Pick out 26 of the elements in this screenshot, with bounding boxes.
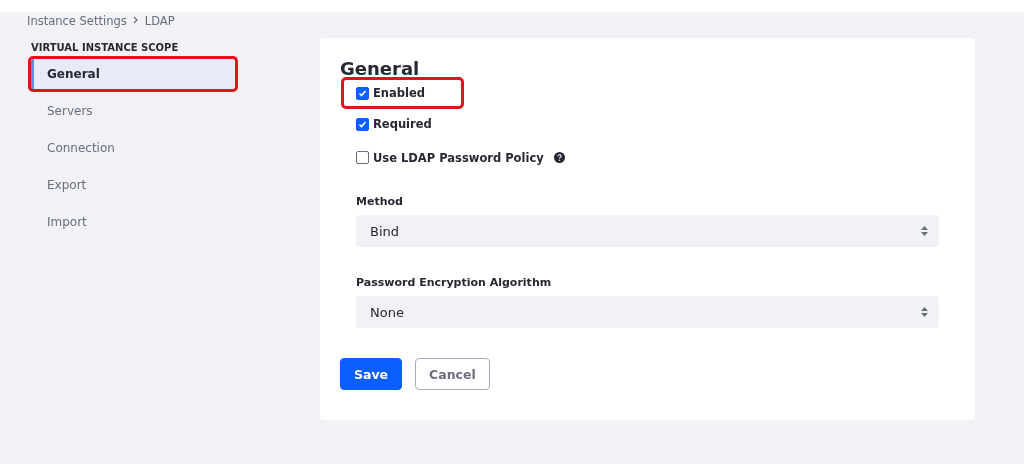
chevron-icon	[132, 16, 139, 26]
checkbox-label: Required	[373, 117, 432, 131]
breadcrumb-link[interactable]: LDAP	[144, 14, 175, 28]
checkbox-label: Use LDAP Password Policy	[373, 150, 544, 165]
sidebar-item[interactable]: Export	[31, 170, 235, 200]
field-label: Password Encryption Algorithm	[356, 276, 552, 289]
checkmark-icon	[358, 88, 367, 98]
sidebar-heading: VIRTUAL INSTANCE SCOPE	[31, 42, 179, 53]
checkbox[interactable]	[356, 86, 369, 100]
checkmark-icon	[358, 119, 367, 129]
checkbox[interactable]	[356, 151, 369, 164]
checkbox-label: Enabled	[373, 86, 425, 100]
cancel-button[interactable]: Cancel	[415, 358, 490, 390]
select-field[interactable]: None	[356, 296, 939, 328]
sidebar-item[interactable]: Connection	[31, 133, 235, 163]
save-button[interactable]: Save	[340, 358, 403, 390]
field-label: Method	[356, 195, 403, 208]
sidebar-item[interactable]: General	[31, 59, 235, 89]
select-field[interactable]: Bind	[356, 215, 939, 247]
sort-arrows-icon	[920, 306, 929, 318]
checkbox[interactable]	[356, 117, 369, 131]
sidebar-item[interactable]: Servers	[31, 96, 235, 126]
breadcrumb-link[interactable]: Instance Settings	[27, 14, 127, 28]
sidebar-item[interactable]: Import	[31, 207, 235, 237]
sort-arrows-icon	[920, 225, 929, 237]
form-title: General	[340, 58, 420, 79]
